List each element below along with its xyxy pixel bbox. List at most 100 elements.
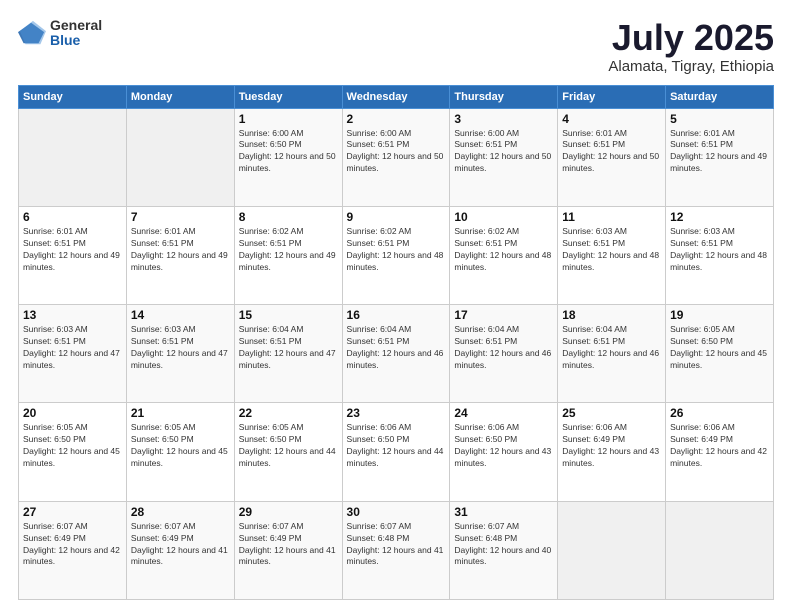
day-number: 17 [454, 308, 553, 322]
day-info: Sunrise: 6:05 AMSunset: 6:50 PMDaylight:… [670, 324, 769, 372]
calendar-week-row: 27 Sunrise: 6:07 AMSunset: 6:49 PMDayligh… [19, 501, 774, 599]
calendar-cell: 29 Sunrise: 6:07 AMSunset: 6:49 PMDayligh… [234, 501, 342, 599]
day-number: 5 [670, 112, 769, 126]
calendar-cell: 6 Sunrise: 6:01 AMSunset: 6:51 PMDaylight… [19, 206, 127, 304]
day-number: 28 [131, 505, 230, 519]
day-number: 8 [239, 210, 338, 224]
day-info: Sunrise: 6:03 AMSunset: 6:51 PMDaylight:… [670, 226, 769, 274]
day-info: Sunrise: 6:06 AMSunset: 6:49 PMDaylight:… [670, 422, 769, 470]
calendar-cell: 18 Sunrise: 6:04 AMSunset: 6:51 PMDayligh… [558, 305, 666, 403]
calendar-cell: 28 Sunrise: 6:07 AMSunset: 6:49 PMDayligh… [126, 501, 234, 599]
calendar-cell [558, 501, 666, 599]
day-info: Sunrise: 6:00 AMSunset: 6:51 PMDaylight:… [347, 128, 446, 176]
day-number: 2 [347, 112, 446, 126]
calendar-cell: 8Sunrise: 6:02 AMSunset: 6:51 PMDaylight… [234, 206, 342, 304]
calendar-cell: 5 Sunrise: 6:01 AMSunset: 6:51 PMDaylight… [666, 108, 774, 206]
calendar-week-row: 1 Sunrise: 6:00 AMSunset: 6:50 PMDaylight… [19, 108, 774, 206]
day-number: 13 [23, 308, 122, 322]
day-info: Sunrise: 6:04 AMSunset: 6:51 PMDaylight:… [347, 324, 446, 372]
weekday-header: Wednesday [342, 85, 450, 108]
weekday-header: Friday [558, 85, 666, 108]
weekday-row: SundayMondayTuesdayWednesdayThursdayFrid… [19, 85, 774, 108]
day-number: 19 [670, 308, 769, 322]
title-location: Alamata, Tigray, Ethiopia [608, 58, 774, 75]
day-info: Sunrise: 6:03 AMSunset: 6:51 PMDaylight:… [131, 324, 230, 372]
day-number: 27 [23, 505, 122, 519]
day-info: Sunrise: 6:07 AMSunset: 6:48 PMDaylight:… [347, 521, 446, 569]
day-number: 30 [347, 505, 446, 519]
calendar-cell [666, 501, 774, 599]
calendar-week-row: 20Sunrise: 6:05 AMSunset: 6:50 PMDayligh… [19, 403, 774, 501]
day-info: Sunrise: 6:07 AMSunset: 6:49 PMDaylight:… [23, 521, 122, 569]
day-info: Sunrise: 6:00 AMSunset: 6:51 PMDaylight:… [454, 128, 553, 176]
day-info: Sunrise: 6:07 AMSunset: 6:48 PMDaylight:… [454, 521, 553, 569]
day-number: 21 [131, 406, 230, 420]
day-number: 6 [23, 210, 122, 224]
day-number: 1 [239, 112, 338, 126]
day-info: Sunrise: 6:03 AMSunset: 6:51 PMDaylight:… [23, 324, 122, 372]
day-number: 4 [562, 112, 661, 126]
day-number: 11 [562, 210, 661, 224]
day-info: Sunrise: 6:05 AMSunset: 6:50 PMDaylight:… [131, 422, 230, 470]
day-number: 3 [454, 112, 553, 126]
day-number: 29 [239, 505, 338, 519]
day-number: 15 [239, 308, 338, 322]
calendar-cell: 19 Sunrise: 6:05 AMSunset: 6:50 PMDayligh… [666, 305, 774, 403]
logo-icon [18, 19, 46, 47]
calendar-cell: 27 Sunrise: 6:07 AMSunset: 6:49 PMDayligh… [19, 501, 127, 599]
weekday-header: Sunday [19, 85, 127, 108]
calendar-cell: 15 Sunrise: 6:04 AMSunset: 6:51 PMDayligh… [234, 305, 342, 403]
day-number: 25 [562, 406, 661, 420]
day-info: Sunrise: 6:07 AMSunset: 6:49 PMDaylight:… [131, 521, 230, 569]
title-block: July 2025 Alamata, Tigray, Ethiopia [608, 18, 774, 75]
title-month: July 2025 [608, 18, 774, 58]
calendar-week-row: 13 Sunrise: 6:03 AMSunset: 6:51 PMDayligh… [19, 305, 774, 403]
day-number: 10 [454, 210, 553, 224]
calendar-cell: 20Sunrise: 6:05 AMSunset: 6:50 PMDayligh… [19, 403, 127, 501]
day-info: Sunrise: 6:04 AMSunset: 6:51 PMDaylight:… [454, 324, 553, 372]
day-number: 18 [562, 308, 661, 322]
weekday-header: Monday [126, 85, 234, 108]
calendar-cell: 30 Sunrise: 6:07 AMSunset: 6:48 PMDayligh… [342, 501, 450, 599]
calendar-cell: 25 Sunrise: 6:06 AMSunset: 6:49 PMDayligh… [558, 403, 666, 501]
logo: General Blue [18, 18, 102, 49]
logo-text: General Blue [50, 18, 102, 49]
day-number: 24 [454, 406, 553, 420]
calendar-cell: 21 Sunrise: 6:05 AMSunset: 6:50 PMDayligh… [126, 403, 234, 501]
day-info: Sunrise: 6:06 AMSunset: 6:50 PMDaylight:… [454, 422, 553, 470]
calendar-cell: 1 Sunrise: 6:00 AMSunset: 6:50 PMDaylight… [234, 108, 342, 206]
calendar-cell [126, 108, 234, 206]
day-number: 31 [454, 505, 553, 519]
calendar-cell: 16Sunrise: 6:04 AMSunset: 6:51 PMDayligh… [342, 305, 450, 403]
header: General Blue July 2025 Alamata, Tigray, … [18, 18, 774, 75]
day-info: Sunrise: 6:01 AMSunset: 6:51 PMDaylight:… [670, 128, 769, 176]
calendar-cell: 31 Sunrise: 6:07 AMSunset: 6:48 PMDayligh… [450, 501, 558, 599]
day-info: Sunrise: 6:07 AMSunset: 6:49 PMDaylight:… [239, 521, 338, 569]
day-info: Sunrise: 6:05 AMSunset: 6:50 PMDaylight:… [239, 422, 338, 470]
day-info: Sunrise: 6:06 AMSunset: 6:49 PMDaylight:… [562, 422, 661, 470]
day-info: Sunrise: 6:06 AMSunset: 6:50 PMDaylight:… [347, 422, 446, 470]
day-info: Sunrise: 6:02 AMSunset: 6:51 PMDaylight:… [454, 226, 553, 274]
calendar-cell: 13 Sunrise: 6:03 AMSunset: 6:51 PMDayligh… [19, 305, 127, 403]
calendar-cell: 9Sunrise: 6:02 AMSunset: 6:51 PMDaylight… [342, 206, 450, 304]
day-number: 22 [239, 406, 338, 420]
day-info: Sunrise: 6:04 AMSunset: 6:51 PMDaylight:… [562, 324, 661, 372]
calendar-cell: 7Sunrise: 6:01 AMSunset: 6:51 PMDaylight… [126, 206, 234, 304]
day-number: 23 [347, 406, 446, 420]
calendar-cell: 22 Sunrise: 6:05 AMSunset: 6:50 PMDayligh… [234, 403, 342, 501]
day-number: 26 [670, 406, 769, 420]
calendar-cell: 4Sunrise: 6:01 AMSunset: 6:51 PMDaylight… [558, 108, 666, 206]
calendar-cell: 17 Sunrise: 6:04 AMSunset: 6:51 PMDayligh… [450, 305, 558, 403]
calendar-body: 1 Sunrise: 6:00 AMSunset: 6:50 PMDaylight… [19, 108, 774, 599]
day-info: Sunrise: 6:01 AMSunset: 6:51 PMDaylight:… [131, 226, 230, 274]
weekday-header: Tuesday [234, 85, 342, 108]
day-info: Sunrise: 6:01 AMSunset: 6:51 PMDaylight:… [23, 226, 122, 274]
logo-general: General [50, 18, 102, 33]
calendar-cell [19, 108, 127, 206]
calendar-table: SundayMondayTuesdayWednesdayThursdayFrid… [18, 85, 774, 600]
day-info: Sunrise: 6:05 AMSunset: 6:50 PMDaylight:… [23, 422, 122, 470]
day-info: Sunrise: 6:04 AMSunset: 6:51 PMDaylight:… [239, 324, 338, 372]
day-info: Sunrise: 6:00 AMSunset: 6:50 PMDaylight:… [239, 128, 338, 176]
calendar-cell: 11Sunrise: 6:03 AMSunset: 6:51 PMDayligh… [558, 206, 666, 304]
calendar-header: SundayMondayTuesdayWednesdayThursdayFrid… [19, 85, 774, 108]
